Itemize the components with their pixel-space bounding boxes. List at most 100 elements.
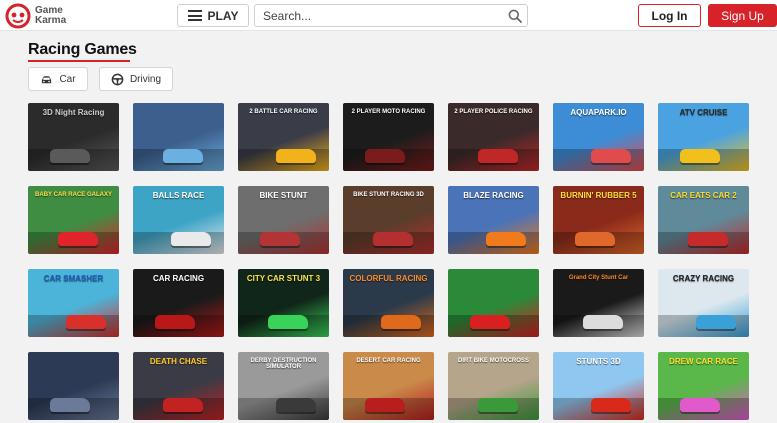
- page-title: Racing Games: [28, 41, 137, 58]
- search-icon[interactable]: [508, 9, 522, 23]
- game-thumbnail-vehicle: [381, 315, 421, 329]
- game-tile[interactable]: [133, 103, 224, 171]
- game-title: CAR RACING: [152, 274, 205, 283]
- site-logo[interactable]: Game Karma: [5, 3, 66, 28]
- game-tile[interactable]: 3D Night Racing: [28, 103, 119, 171]
- filter-chip-driving[interactable]: Driving: [99, 67, 173, 91]
- game-tile[interactable]: BIKE STUNT RACING 3D: [343, 186, 434, 254]
- game-title: ATV CRUISE: [679, 108, 728, 117]
- game-thumbnail-vehicle: [680, 398, 720, 412]
- game-title: CITY CAR STUNT 3: [246, 274, 321, 283]
- game-thumbnail-vehicle: [373, 232, 413, 246]
- game-title: DERBY DESTRUCTION SIMULATOR: [250, 358, 317, 371]
- game-title: AQUAPARK.IO: [570, 108, 627, 117]
- game-tile[interactable]: CITY CAR STUNT 3: [238, 269, 329, 337]
- game-title: DIRT BIKE MOTOCROSS: [458, 358, 529, 364]
- filter-chip-label: Car: [59, 73, 76, 85]
- game-title: CAR SMASHER: [43, 274, 104, 283]
- logo-text-line1: Game: [35, 4, 63, 16]
- game-title: BURNIN' RUBBER 5: [560, 191, 637, 200]
- logo-text: Game Karma: [35, 4, 67, 26]
- game-title: BLAZE RACING: [463, 191, 524, 200]
- game-thumbnail-vehicle: [276, 149, 316, 163]
- game-tile[interactable]: AQUAPARK.IO: [553, 103, 644, 171]
- game-thumbnail-vehicle: [680, 149, 720, 163]
- game-tile[interactable]: [448, 269, 539, 337]
- game-tile[interactable]: DERBY DESTRUCTION SIMULATOR: [238, 352, 329, 420]
- hamburger-menu-icon: [187, 10, 202, 21]
- game-thumbnail-vehicle: [365, 398, 405, 412]
- game-tile[interactable]: 2 PLAYER POLICE RACING: [448, 103, 539, 171]
- game-thumbnail-vehicle: [260, 232, 300, 246]
- game-title: CAR EATS CAR 2: [670, 191, 737, 200]
- login-button[interactable]: Log In: [638, 4, 701, 27]
- game-title: 2 PLAYER POLICE RACING: [454, 109, 533, 115]
- play-button-label: PLAY: [207, 8, 239, 23]
- game-tile[interactable]: DESERT CAR RACING: [343, 352, 434, 420]
- game-tile[interactable]: ATV CRUISE: [658, 103, 749, 171]
- game-tile[interactable]: BURNIN' RUBBER 5: [553, 186, 644, 254]
- game-thumbnail-vehicle: [171, 232, 211, 246]
- game-tile[interactable]: [28, 352, 119, 420]
- game-title: STUNTS 3D: [576, 357, 621, 366]
- logo-text-line2: Karma: [35, 14, 67, 26]
- game-thumbnail-vehicle: [163, 398, 203, 412]
- game-thumbnail-vehicle: [365, 149, 405, 163]
- game-title: 3D Night Racing: [42, 108, 105, 117]
- game-title: COLORFUL RACING: [349, 274, 428, 283]
- game-thumbnail-vehicle: [696, 315, 736, 329]
- game-tile[interactable]: DEATH CHASE: [133, 352, 224, 420]
- game-title: DESERT CAR RACING: [356, 358, 421, 364]
- game-title: 2 PLAYER MOTO RACING: [351, 109, 426, 115]
- game-thumbnail-vehicle: [58, 232, 98, 246]
- game-thumbnail-vehicle: [688, 232, 728, 246]
- game-title: BIKE STUNT: [259, 191, 308, 200]
- game-title: BIKE STUNT RACING 3D: [353, 192, 424, 198]
- game-title: BALLS RACE: [152, 191, 205, 200]
- steering-wheel-icon: [111, 73, 124, 85]
- game-tile[interactable]: CRAZY RACING: [658, 269, 749, 337]
- game-thumbnail-vehicle: [50, 398, 90, 412]
- top-header: Game Karma PLAY Log In Sign Up: [0, 0, 777, 31]
- gamekarma-logo-icon: [5, 3, 31, 28]
- game-title: Grand City Stunt Car: [568, 275, 629, 281]
- signup-button[interactable]: Sign Up: [708, 4, 777, 27]
- game-tile[interactable]: BABY CAR RACE GALAXY: [28, 186, 119, 254]
- game-tile[interactable]: DREW CAR RACE: [658, 352, 749, 420]
- game-title: DEATH CHASE: [149, 357, 208, 366]
- game-thumbnail-vehicle: [583, 315, 623, 329]
- filter-chip-label: Driving: [129, 73, 162, 85]
- car-icon: [42, 75, 52, 83]
- game-thumbnail-vehicle: [591, 149, 631, 163]
- game-thumbnail-vehicle: [486, 232, 526, 246]
- game-tile[interactable]: 2 PLAYER MOTO RACING: [343, 103, 434, 171]
- game-tile[interactable]: CAR EATS CAR 2: [658, 186, 749, 254]
- filter-chip-car[interactable]: Car: [28, 67, 88, 91]
- game-thumbnail-vehicle: [163, 149, 203, 163]
- game-title: BABY CAR RACE GALAXY: [35, 192, 112, 198]
- game-tile[interactable]: DIRT BIKE MOTOCROSS: [448, 352, 539, 420]
- game-thumbnail-vehicle: [66, 315, 106, 329]
- game-tile[interactable]: BIKE STUNT: [238, 186, 329, 254]
- game-tile[interactable]: Grand City Stunt Car: [553, 269, 644, 337]
- game-title: 2 BATTLE CAR RACING: [249, 109, 318, 115]
- game-thumbnail-vehicle: [155, 315, 195, 329]
- game-tile[interactable]: 2 BATTLE CAR RACING: [238, 103, 329, 171]
- game-thumbnail-vehicle: [591, 398, 631, 412]
- game-title: CRAZY RACING: [672, 274, 735, 283]
- game-tile[interactable]: CAR SMASHER: [28, 269, 119, 337]
- game-tile[interactable]: COLORFUL RACING: [343, 269, 434, 337]
- game-thumbnail-vehicle: [575, 232, 615, 246]
- game-thumbnail-vehicle: [478, 149, 518, 163]
- search-input[interactable]: [255, 5, 495, 26]
- game-thumbnail-vehicle: [470, 315, 510, 329]
- game-thumbnail-vehicle: [50, 149, 90, 163]
- play-menu-button[interactable]: PLAY: [177, 4, 249, 27]
- game-thumbnail-vehicle: [276, 398, 316, 412]
- game-tile[interactable]: CAR RACING: [133, 269, 224, 337]
- game-title: DREW CAR RACE: [669, 357, 738, 366]
- game-tile[interactable]: STUNTS 3D: [553, 352, 644, 420]
- game-tile[interactable]: BALLS RACE: [133, 186, 224, 254]
- game-tile[interactable]: BLAZE RACING: [448, 186, 539, 254]
- game-thumbnail-vehicle: [478, 398, 518, 412]
